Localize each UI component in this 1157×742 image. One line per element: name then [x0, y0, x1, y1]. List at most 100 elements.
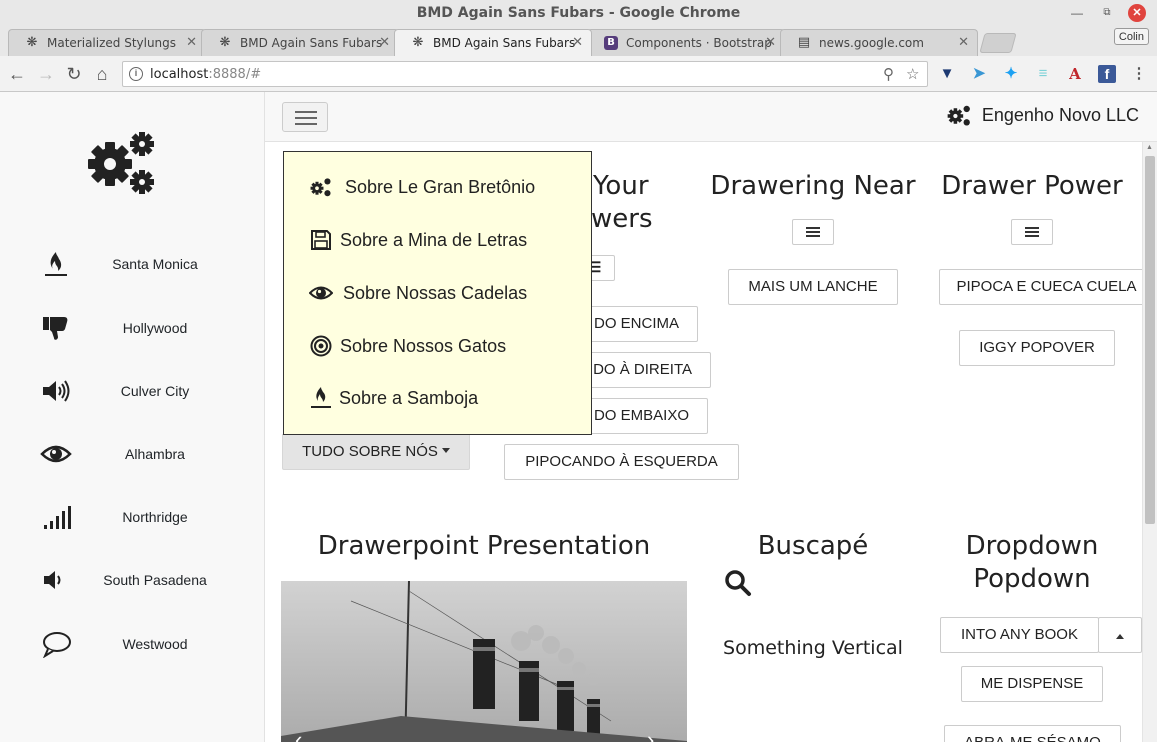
tab-label: BMD Again Sans Fubars: [240, 36, 383, 50]
extension-a-icon[interactable]: A: [1066, 65, 1084, 83]
close-icon[interactable]: ✕: [379, 35, 390, 50]
info-icon[interactable]: i: [129, 67, 143, 81]
new-tab-button[interactable]: [979, 33, 1017, 53]
tab-label: Materialized Stylungs: [47, 36, 177, 50]
chrome-menu-icon[interactable]: ⋮: [1130, 65, 1148, 83]
caret-down-icon: [441, 448, 450, 453]
page-scrollbar[interactable]: ▲: [1142, 142, 1157, 742]
abra-me-sesamo-button[interactable]: ABRA-ME SÉSAMO: [944, 725, 1121, 742]
sidebar-item-santa-monica[interactable]: Santa Monica: [40, 244, 230, 284]
titanic-ship-image: [281, 581, 687, 742]
gear-icon: ❋: [412, 35, 424, 50]
browser-toolbar: ← → ↻ ⌂ i localhost:8888/# ⚲ ☆ ▼ ➤ ✦ ≡ A…: [0, 56, 1157, 92]
menu-item-label: Sobre Nossas Cadelas: [343, 283, 528, 303]
extension-lines-icon[interactable]: ≡: [1034, 65, 1052, 83]
sidebar-item-hollywood[interactable]: Hollywood: [40, 308, 230, 348]
sidebar-item-alhambra[interactable]: Alhambra: [40, 434, 230, 474]
tab-strip: ❋ Materialized Stylungs ✕ ❋ BMD Again Sa…: [0, 26, 1157, 56]
carousel-next-icon[interactable]: ›: [647, 727, 654, 742]
volume-down-icon: [44, 571, 61, 589]
close-icon[interactable]: ✕: [958, 35, 969, 50]
scrollbar-thumb[interactable]: [1145, 156, 1155, 524]
sidebar-item-culver-city[interactable]: Culver City: [40, 371, 230, 411]
close-window-button[interactable]: ✕: [1128, 4, 1146, 22]
page-icon: ▤: [797, 35, 811, 50]
forward-arrow-icon[interactable]: →: [35, 63, 57, 85]
signal-icon: [44, 506, 71, 529]
window-titlebar: BMD Again Sans Fubars - Google Chrome — …: [0, 0, 1157, 26]
carousel-image[interactable]: ‹ ›: [281, 581, 687, 742]
something-vertical-text: Something Vertical: [723, 637, 903, 659]
gears-icon: [947, 105, 970, 126]
tab-label: BMD Again Sans Fubars: [433, 36, 576, 50]
volume-up-icon: [43, 380, 70, 402]
sidebar-item-label: Northridge: [122, 509, 188, 525]
brand-name: Engenho Novo LLC: [981, 105, 1139, 125]
eye-icon: [40, 445, 72, 463]
sidebar-item-label: Culver City: [120, 383, 190, 399]
sidebar-item-label: Alhambra: [125, 446, 185, 462]
gear-icon: ❋: [219, 35, 231, 50]
address-bar[interactable]: i localhost:8888/# ⚲ ☆: [122, 61, 928, 87]
me-dispense-button[interactable]: ME DISPENSE: [961, 666, 1103, 702]
tab-news-google[interactable]: ▤ news.google.com ✕: [780, 29, 978, 56]
carousel-prev-icon[interactable]: ‹: [295, 727, 302, 742]
search-icon[interactable]: [724, 569, 752, 597]
caret-up-icon: [1116, 634, 1124, 639]
extension-shield-icon[interactable]: ▼: [938, 65, 956, 83]
tab-bootstrap-components[interactable]: B Components · Bootstrap ✕: [587, 29, 785, 56]
pipoca-cueca-button[interactable]: PIPOCA E CUECA CUELA: [939, 269, 1142, 305]
fire-icon: [45, 252, 67, 276]
tab-bmd-again-1[interactable]: ❋ BMD Again Sans Fubars ✕: [201, 29, 399, 56]
gear-icon: ❋: [26, 35, 38, 50]
sidebar-item-south-pasadena[interactable]: South Pasadena: [40, 560, 230, 600]
eye-icon: [309, 286, 333, 300]
menu-item-label: Sobre Le Gran Bretônio: [345, 177, 536, 197]
bookmark-star-icon[interactable]: ☆: [906, 65, 919, 83]
gears-icon: [310, 178, 331, 197]
profile-button[interactable]: Colin: [1113, 28, 1149, 45]
home-icon[interactable]: ⌂: [91, 63, 113, 85]
sidebar-item-westwood[interactable]: Westwood: [40, 624, 230, 664]
minimize-button[interactable]: —: [1068, 4, 1086, 22]
tudo-sobre-nos-dropdown-toggle[interactable]: TUDO SOBRE NÓS: [282, 434, 470, 470]
back-arrow-icon[interactable]: ←: [6, 63, 28, 85]
drawering-near-menu-button[interactable]: [792, 219, 834, 245]
into-any-book-button[interactable]: INTO ANY BOOK: [940, 617, 1099, 653]
popover-left-button[interactable]: PIPOCANDO À ESQUERDA: [504, 444, 739, 480]
menu-toggle-button[interactable]: [282, 102, 328, 132]
top-navbar: Engenho Novo LLC: [265, 92, 1157, 142]
reload-icon[interactable]: ↻: [63, 63, 85, 85]
drawer-power-title: Drawer Power: [941, 171, 1123, 201]
tab-label: Components · Bootstrap: [626, 36, 772, 50]
tab-label: news.google.com: [819, 36, 924, 50]
close-icon[interactable]: ✕: [765, 35, 776, 50]
sidebar-item-label: Westwood: [122, 636, 188, 652]
twitter-icon[interactable]: ✦: [1002, 65, 1020, 83]
tab-materialized-stylungs[interactable]: ❋ Materialized Stylungs ✕: [8, 29, 206, 56]
extension-bird-icon[interactable]: ➤: [970, 65, 988, 83]
bullseye-icon: [310, 335, 332, 357]
facebook-icon[interactable]: f: [1098, 65, 1116, 83]
bootstrap-icon: B: [604, 36, 618, 50]
scroll-up-arrow-icon[interactable]: ▲: [1146, 144, 1153, 151]
iggy-popover-button[interactable]: IGGY POPOVER: [959, 330, 1115, 366]
dropdown-popdown-title-line1: Dropdown: [965, 531, 1099, 561]
comment-icon: [43, 632, 71, 658]
buscape-title: Buscapé: [757, 531, 869, 561]
sidebar-item-label: Santa Monica: [112, 256, 198, 272]
your-drawers-title-line2: wers: [591, 204, 653, 234]
split-dropup-toggle[interactable]: [1098, 617, 1142, 653]
floppy-disk-icon: [311, 230, 331, 250]
close-icon[interactable]: ✕: [186, 35, 197, 50]
zoom-icon[interactable]: ⚲: [883, 65, 894, 83]
sidebar-item-northridge[interactable]: Northridge: [40, 497, 230, 537]
drawering-near-title: Drawering Near: [710, 171, 916, 201]
close-icon[interactable]: ✕: [572, 35, 583, 50]
fire-icon: [311, 387, 331, 408]
tab-bmd-again-active[interactable]: ❋ BMD Again Sans Fubars ✕: [394, 29, 592, 56]
maximize-button[interactable]: ⧉: [1098, 4, 1116, 22]
mais-um-lanche-button[interactable]: MAIS UM LANCHE: [728, 269, 898, 305]
brand[interactable]: Engenho Novo LLC: [946, 105, 1139, 126]
drawer-power-menu-button[interactable]: [1011, 219, 1053, 245]
